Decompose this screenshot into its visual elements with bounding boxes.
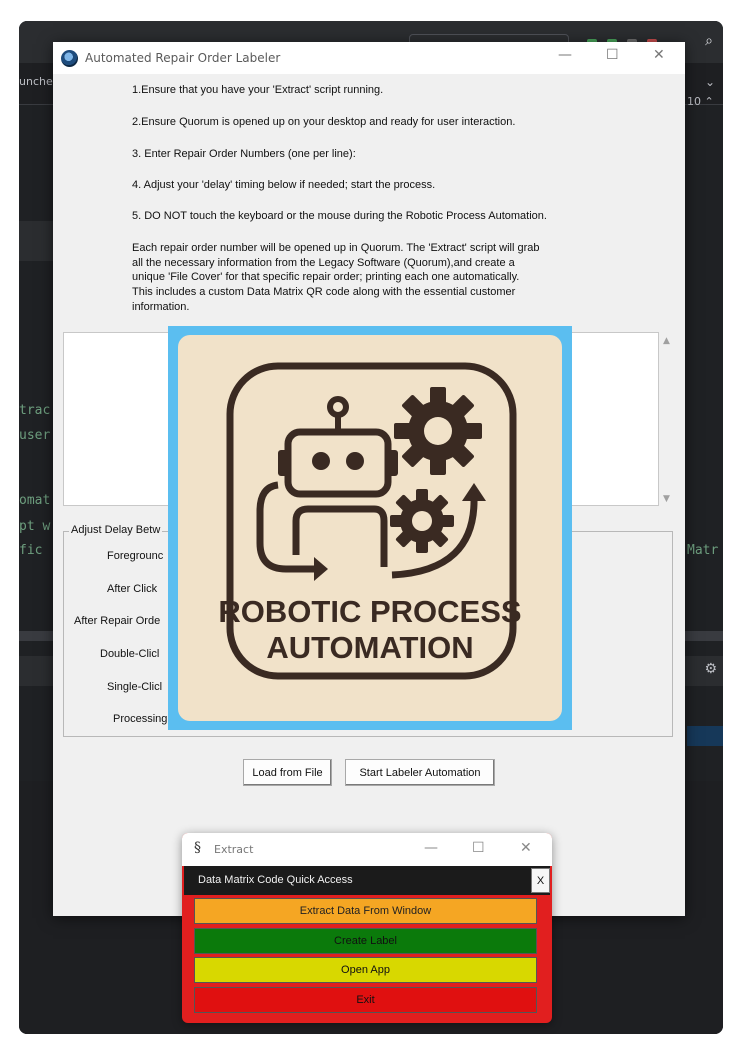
ide-code-line: fic xyxy=(19,543,43,558)
delay-label-single-click: Single-Clicl xyxy=(107,681,163,693)
minimize-button[interactable]: — xyxy=(558,47,572,63)
instruction-2: 2.Ensure Quorum is opened up on your des… xyxy=(132,116,516,128)
quick-access-close-button[interactable]: X xyxy=(531,868,550,893)
rpa-overlay-image: ROBOTIC PROCESS AUTOMATION xyxy=(168,326,572,730)
instruction-4: 4. Adjust your 'delay' timing below if n… xyxy=(132,179,436,191)
extract-title-bar[interactable]: § Extract — ☐ ✕ xyxy=(182,833,552,866)
robot-gears-icon: ROBOTIC PROCESS AUTOMATION xyxy=(218,362,522,680)
instruction-5: 5. DO NOT touch the keyboard or the mous… xyxy=(132,210,547,222)
exit-button[interactable]: Exit xyxy=(194,987,537,1013)
delay-label-after-repair-order: After Repair Orde xyxy=(74,615,161,627)
ide-code-line: pt w xyxy=(19,519,51,534)
ide-side-strip xyxy=(19,221,55,261)
extract-window-title: Extract xyxy=(214,843,254,856)
delay-label-processing: Processing xyxy=(113,713,168,725)
extract-minimize-button[interactable]: — xyxy=(424,840,438,856)
quick-access-title: Data Matrix Code Quick Access xyxy=(198,874,353,886)
search-icon[interactable]: ⌕ xyxy=(705,33,713,49)
instruction-1: 1.Ensure that you have your 'Extract' sc… xyxy=(132,84,384,96)
description-text: Each repair order number will be opened … xyxy=(132,242,540,313)
instruction-3: 3. Enter Repair Order Numbers (one per l… xyxy=(132,148,356,160)
chevron-down-icon[interactable]: ⌄ xyxy=(705,75,715,89)
close-button[interactable]: ✕ xyxy=(653,47,665,63)
start-automation-button[interactable]: Start Labeler Automation xyxy=(345,759,495,786)
delay-label-double-click: Double-Clicl xyxy=(100,648,160,660)
ide-selection-highlight xyxy=(687,726,723,746)
ide-line-number: 10 ⌃ xyxy=(687,95,714,108)
quick-access-header: Data Matrix Code Quick Access X xyxy=(184,866,550,895)
gear-icon[interactable]: ⚙ xyxy=(704,661,717,677)
delay-label-after-click: After Click xyxy=(107,583,158,595)
rpa-title-line2: AUTOMATION xyxy=(266,630,473,665)
title-bar[interactable]: Automated Repair Order Labeler — ☐ ✕ xyxy=(53,42,685,74)
extract-close-button[interactable]: ✕ xyxy=(520,840,532,856)
extract-window: § Extract — ☐ ✕ Data Matrix Code Quick A… xyxy=(182,833,552,1023)
scroll-down-arrow-icon[interactable]: ▼ xyxy=(663,494,670,504)
load-from-file-button[interactable]: Load from File xyxy=(243,759,332,786)
ide-tab[interactable]: uncher xyxy=(19,75,57,88)
scroll-up-arrow-icon[interactable]: ▲ xyxy=(663,336,670,346)
ide-code-line: user xyxy=(19,428,51,443)
rpa-card: ROBOTIC PROCESS AUTOMATION xyxy=(178,335,562,721)
delay-settings-legend: Adjust Delay Betw xyxy=(69,524,163,536)
maximize-button[interactable]: ☐ xyxy=(606,47,619,63)
extract-data-button[interactable]: Extract Data From Window xyxy=(194,898,537,924)
section-sign-icon: § xyxy=(194,840,201,856)
ide-code-line: trac xyxy=(19,403,51,418)
globe-icon xyxy=(61,50,78,67)
ide-code-line: Matr xyxy=(687,543,719,558)
open-app-button[interactable]: Open App xyxy=(194,957,537,983)
delay-label-foreground: Foregrounc xyxy=(107,550,164,562)
window-title: Automated Repair Order Labeler xyxy=(85,51,281,65)
extract-maximize-button[interactable]: ☐ xyxy=(472,840,485,856)
rpa-title-line1: ROBOTIC PROCESS xyxy=(218,594,521,629)
create-label-button[interactable]: Create Label xyxy=(194,928,537,954)
ide-code-line: omat xyxy=(19,493,51,508)
